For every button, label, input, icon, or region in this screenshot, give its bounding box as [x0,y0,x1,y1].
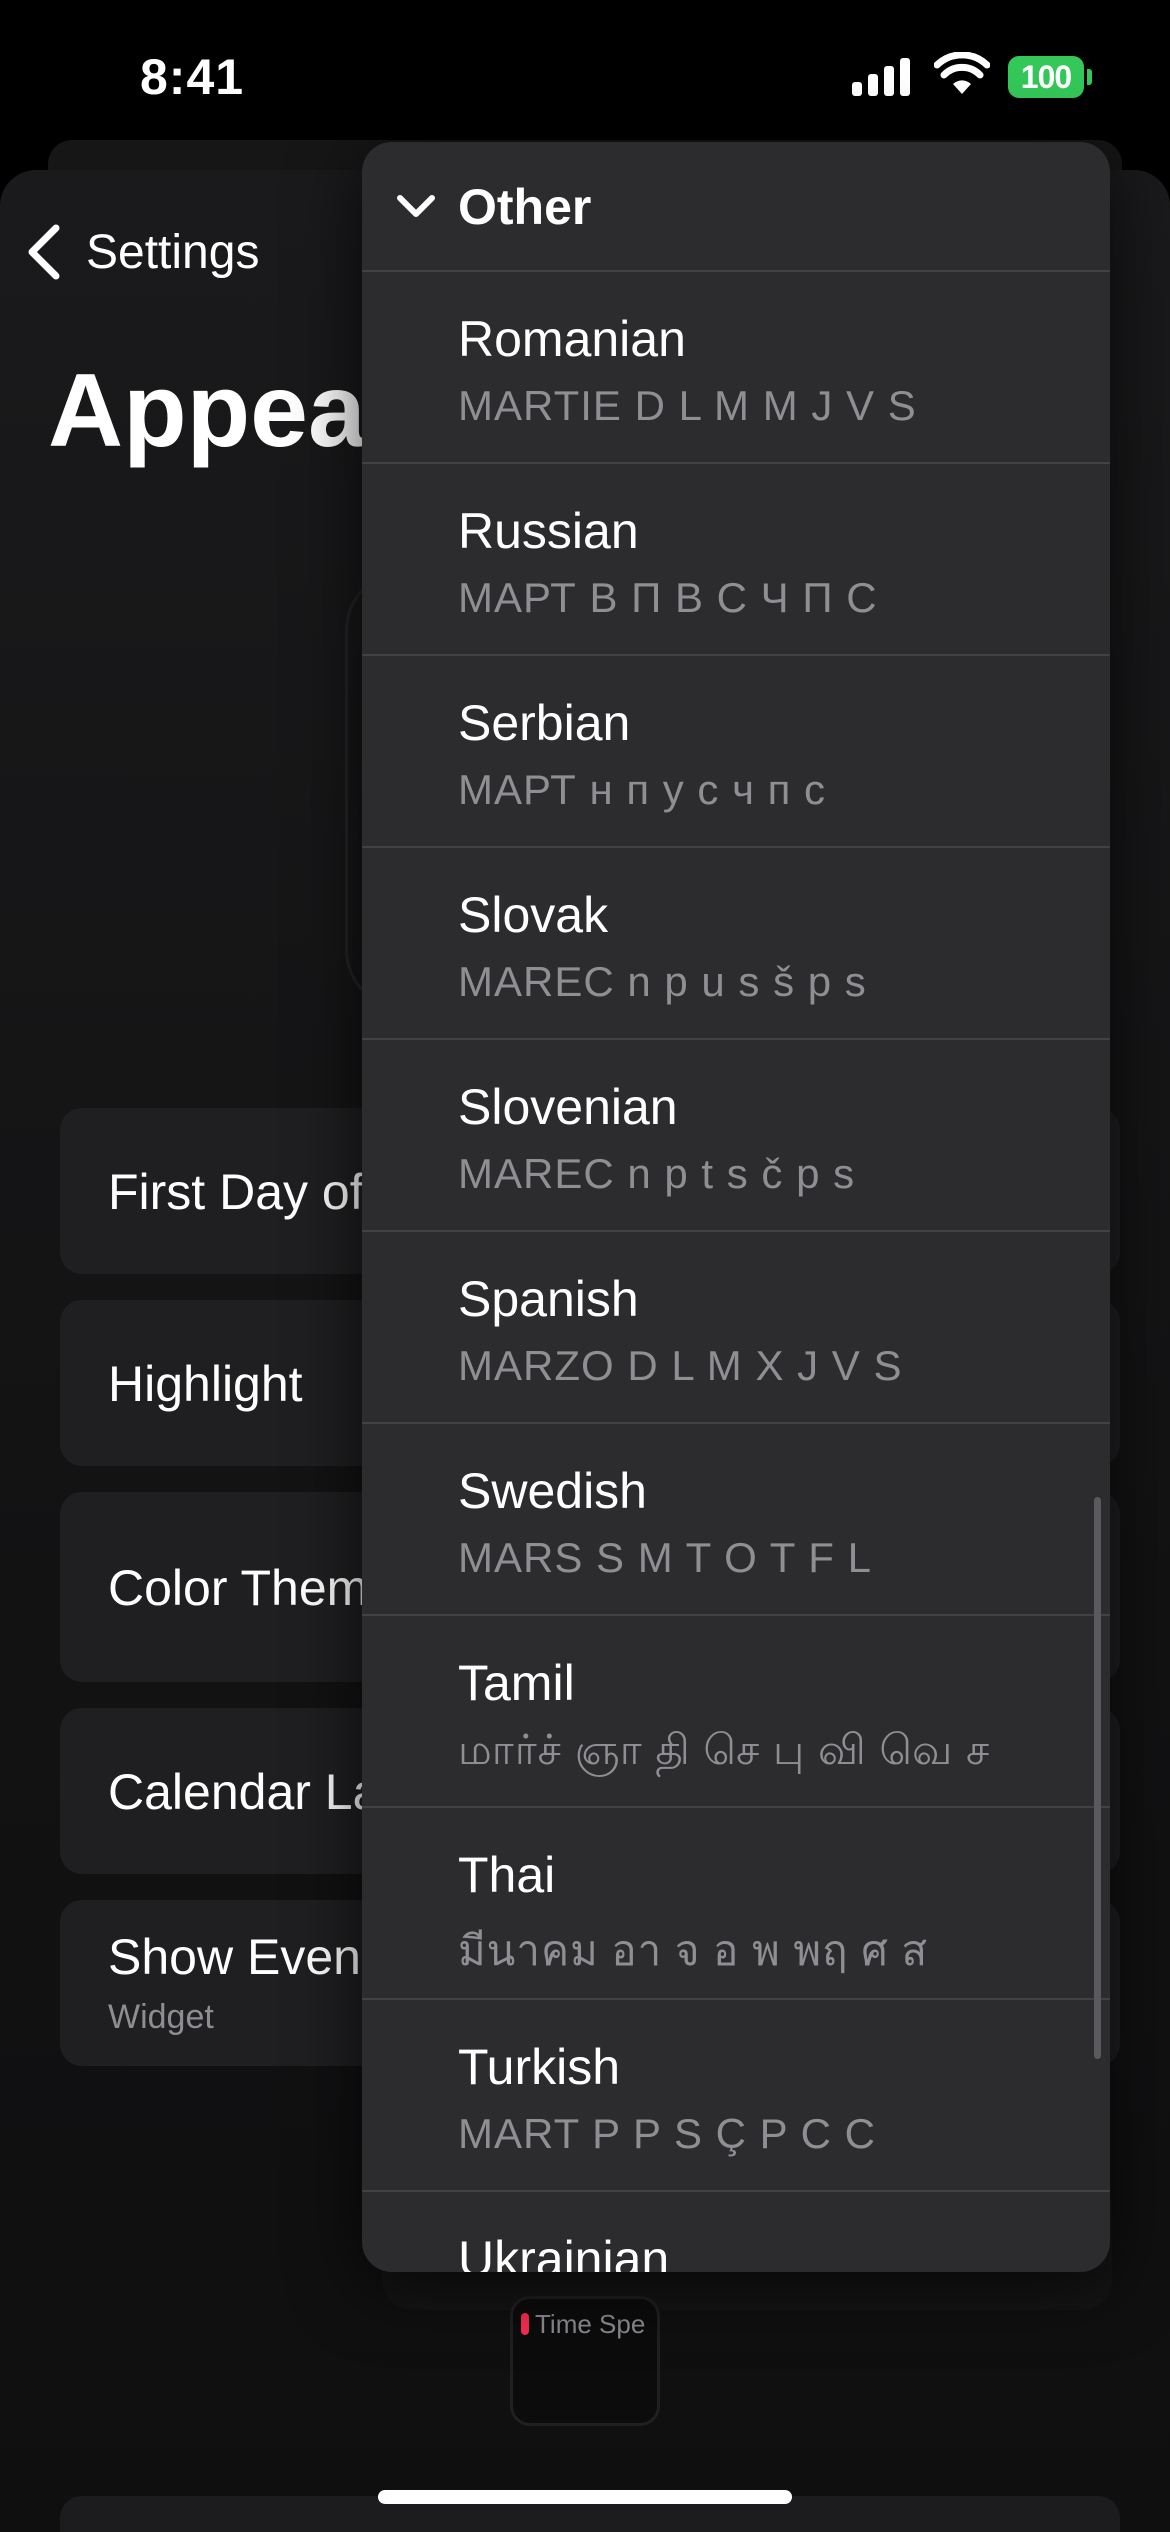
status-bar: 8:41 100 [0,0,1170,150]
menu-section-title: Other [458,179,592,235]
language-option[interactable]: Romanian MARTIE D L M M J V S [362,272,1110,464]
language-name: Romanian [458,311,686,367]
language-option[interactable]: Slovenian MAREC n p t s č p s [362,1040,1110,1232]
chevron-down-icon [397,195,435,217]
back-button[interactable]: Settings [24,222,259,282]
show-events-label: Show Even [108,1929,361,1985]
calendar-layout-label: Calendar La [108,1764,381,1820]
language-name: Spanish [458,1271,639,1327]
language-option[interactable]: Thai มีนาคม อา จ อ พ พฤ ศ ส [362,1808,1110,2000]
highlight-label: Highlight [108,1356,303,1412]
language-sample: มีนาคม อา จ อ พ พฤ ศ ส [458,1927,929,1974]
language-option[interactable]: Swedish MARS S M T O T F L [362,1424,1110,1616]
language-name: Turkish [458,2039,621,2095]
battery-level: 100 [1008,56,1084,98]
language-name: Thai [458,1847,556,1903]
screen: 8:41 100 Settings Appea First Day of Hig… [0,0,1170,2532]
show-events-sublabel: Widget [108,1998,214,2036]
language-name: Slovenian [458,1079,678,1135]
widget-preview-text: Time Spe [535,2309,646,2339]
first-day-label: First Day of [108,1164,364,1220]
language-sample: MARZO D L M X J V S [458,1342,903,1389]
language-option[interactable]: Serbian МАРТ н п у с ч п с [362,656,1110,848]
language-name: Swedish [458,1463,647,1519]
status-time: 8:41 [140,49,245,105]
scrollbar[interactable] [1094,1497,1101,2059]
widget-preview: Time Spe [510,2296,660,2426]
chevron-left-icon [28,224,60,280]
cellular-signal-icon [852,58,910,96]
menu-section-header[interactable]: Other [362,142,1110,272]
language-sample: MARS S M T O T F L [458,1534,872,1581]
language-option[interactable]: Turkish MART P P S Ç P C C [362,2000,1110,2192]
language-list: Romanian MARTIE D L M M J V S Russian МАРТ … [362,272,1110,2272]
language-sample: МАРТ В П В С Ч П С [458,574,878,621]
language-option[interactable]: Slovak MAREC n p u s š p s [362,848,1110,1040]
language-name: Tamil [458,1655,575,1711]
language-sample: MARTIE D L M M J V S [458,382,917,429]
event-color-marker [521,2313,529,2335]
language-name: Russian [458,503,639,559]
language-name: Ukrainian [458,2231,670,2272]
language-sample: MAREC n p t s č p s [458,1150,856,1197]
language-sample: MART P P S Ç P C C [458,2110,876,2157]
language-sample: MAREC n p u s š p s [458,958,867,1005]
battery-icon: 100 [1008,56,1092,98]
language-option[interactable]: Spanish MARZO D L M X J V S [362,1232,1110,1424]
language-sample: மார்ச் ஞா தி செ பு வி வெ ச [458,1726,991,1773]
home-indicator[interactable] [378,2490,792,2504]
language-menu: Other Romanian MARTIE D L M M J V S Russia… [362,142,1110,2272]
language-name: Slovak [458,887,609,943]
wifi-icon [934,52,990,94]
back-label: Settings [86,225,260,279]
language-sample: МАРТ н п у с ч п с [458,766,827,813]
language-name: Serbian [458,695,631,751]
language-option[interactable]: Russian МАРТ В П В С Ч П С [362,464,1110,656]
language-option[interactable]: Tamil மார்ச் ஞா தி செ பு வி வெ ச [362,1616,1110,1808]
page-title: Appea [48,353,366,469]
language-option[interactable]: Ukrainian [362,2192,1110,2272]
color-theme-label: Color Them [108,1560,369,1616]
